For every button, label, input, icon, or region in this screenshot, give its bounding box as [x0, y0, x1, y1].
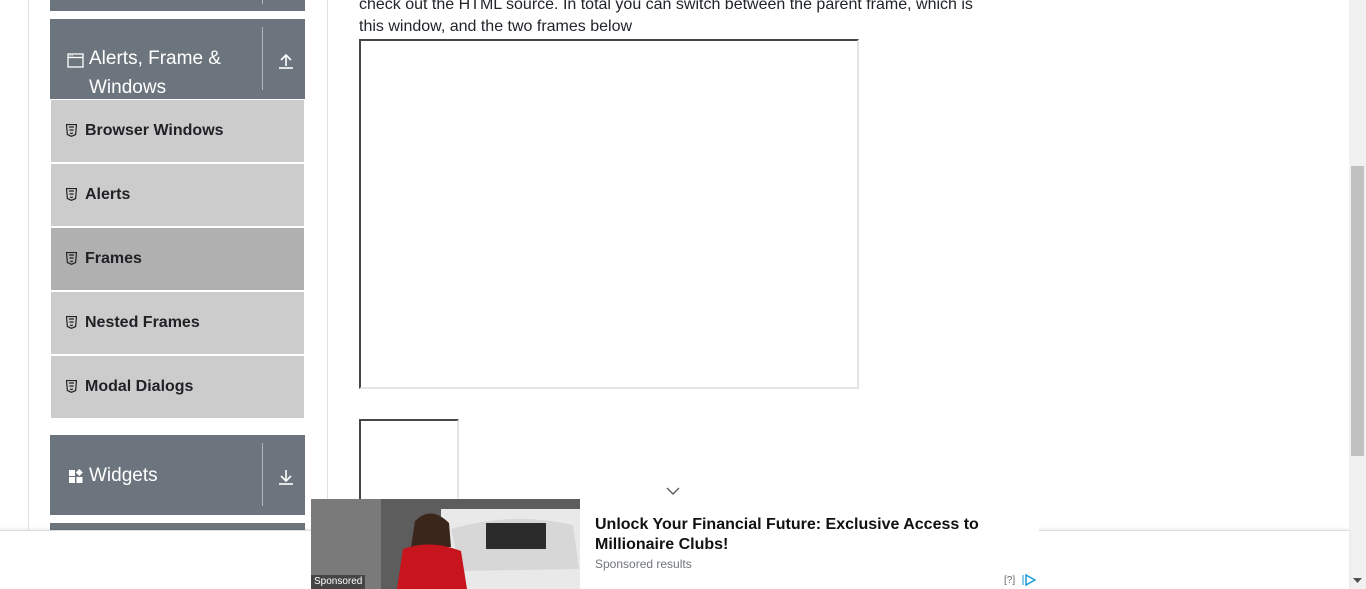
sidebar-left-border [28, 0, 29, 530]
group-header-alerts-frame-windows[interactable]: Alerts, Frame & Windows [50, 19, 305, 99]
group-title: Widgets [89, 465, 158, 486]
scrollbar-thumb[interactable] [1351, 166, 1364, 456]
chevron-down-icon[interactable] [664, 485, 682, 497]
sidebar-item-label: Modal Dialogs [85, 378, 194, 395]
sidebar-item-alerts[interactable]: Alerts [51, 164, 304, 226]
window-icon [67, 53, 84, 68]
ad-title[interactable]: Unlock Your Financial Future: Exclusive … [595, 515, 1015, 555]
frames-intro-text: check out the HTML source. In total you … [359, 0, 973, 35]
sidebar-item-frames[interactable]: Frames [51, 228, 304, 290]
arrow-down-icon[interactable] [276, 467, 296, 487]
divider [262, 27, 263, 90]
group-title: Alerts, Frame & Windows [89, 48, 221, 98]
adchoices-icon[interactable] [1022, 574, 1036, 586]
sidebar-item-nested-frames[interactable]: Nested Frames [51, 292, 304, 354]
sponsored-badge: Sponsored [311, 575, 366, 589]
ad-subtitle: Sponsored results [595, 557, 692, 571]
sidebar-item-modal-dialogs[interactable]: Modal Dialogs [51, 356, 304, 418]
widgets-icon [69, 468, 83, 483]
group-header-interactions-partial[interactable] [50, 523, 305, 530]
sidebar-right-border [327, 0, 328, 530]
frame-1[interactable] [359, 39, 859, 389]
ad-info-link[interactable]: [?] [1004, 575, 1015, 586]
sidebar-item-label: Alerts [85, 186, 131, 203]
html5-icon [66, 316, 77, 329]
sidebar-item-label: Frames [85, 250, 142, 267]
divider [262, 443, 263, 506]
group-header-elements-partial[interactable] [50, 0, 305, 11]
html5-icon [66, 124, 77, 137]
sidebar-item-label: Browser Windows [85, 122, 224, 139]
html5-icon [66, 252, 77, 265]
sidebar-item-browser-windows[interactable]: Browser Windows [51, 100, 304, 162]
group-header-widgets[interactable]: Widgets [50, 435, 305, 515]
scroll-down-arrow-icon[interactable] [1352, 576, 1363, 585]
ad-content[interactable]: Sponsored Unlock Your Financial Future: … [311, 499, 1039, 589]
html5-icon [66, 188, 77, 201]
ad-image[interactable]: Sponsored [311, 499, 580, 589]
sidebar-item-label: Nested Frames [85, 314, 200, 331]
html5-icon [66, 380, 77, 393]
arrow-up-icon[interactable] [276, 51, 296, 71]
